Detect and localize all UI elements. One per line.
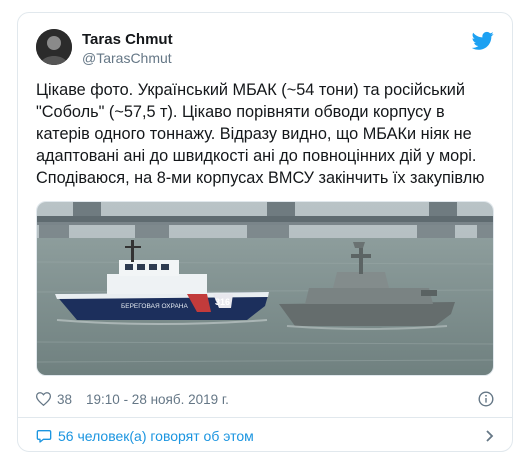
boat-label: БЕРЕГОВАЯ ОХРАНА <box>121 303 188 310</box>
tweet-timestamp[interactable]: 19:10 - 28 нояб. 2019 г. <box>86 392 229 407</box>
divider <box>18 417 512 418</box>
tweet-meta: 38 19:10 - 28 нояб. 2019 г. <box>36 389 229 409</box>
tweet-photo[interactable]: БЕРЕГОВАЯ ОХРАНА 316 <box>36 201 494 376</box>
boats-photo: БЕРЕГОВАЯ ОХРАНА 316 <box>37 202 493 375</box>
like-button[interactable]: 38 <box>36 392 72 407</box>
heart-icon <box>36 392 51 406</box>
tweet-card: Taras Chmut @TarasChmut Цікаве фото. Укр… <box>17 12 513 452</box>
chevron-right-icon <box>486 430 494 442</box>
tweet-header: Taras Chmut @TarasChmut <box>36 29 496 79</box>
avatar[interactable] <box>36 29 72 65</box>
info-icon[interactable] <box>478 391 494 407</box>
twitter-bird-icon[interactable] <box>472 31 494 51</box>
author-name[interactable]: Taras Chmut <box>82 31 173 48</box>
tweet-text: Цікаве фото. Український МБАК (~54 тони)… <box>36 81 485 187</box>
hull-number: 316 <box>215 297 230 307</box>
comment-icon <box>36 430 52 443</box>
conversation-label: 56 человек(а) говорят об этом <box>58 428 254 444</box>
author-handle[interactable]: @TarasChmut <box>82 50 172 66</box>
like-count: 38 <box>57 391 73 407</box>
conversation-link[interactable]: 56 человек(а) говорят об этом <box>36 425 496 447</box>
avatar-photo <box>36 29 72 65</box>
